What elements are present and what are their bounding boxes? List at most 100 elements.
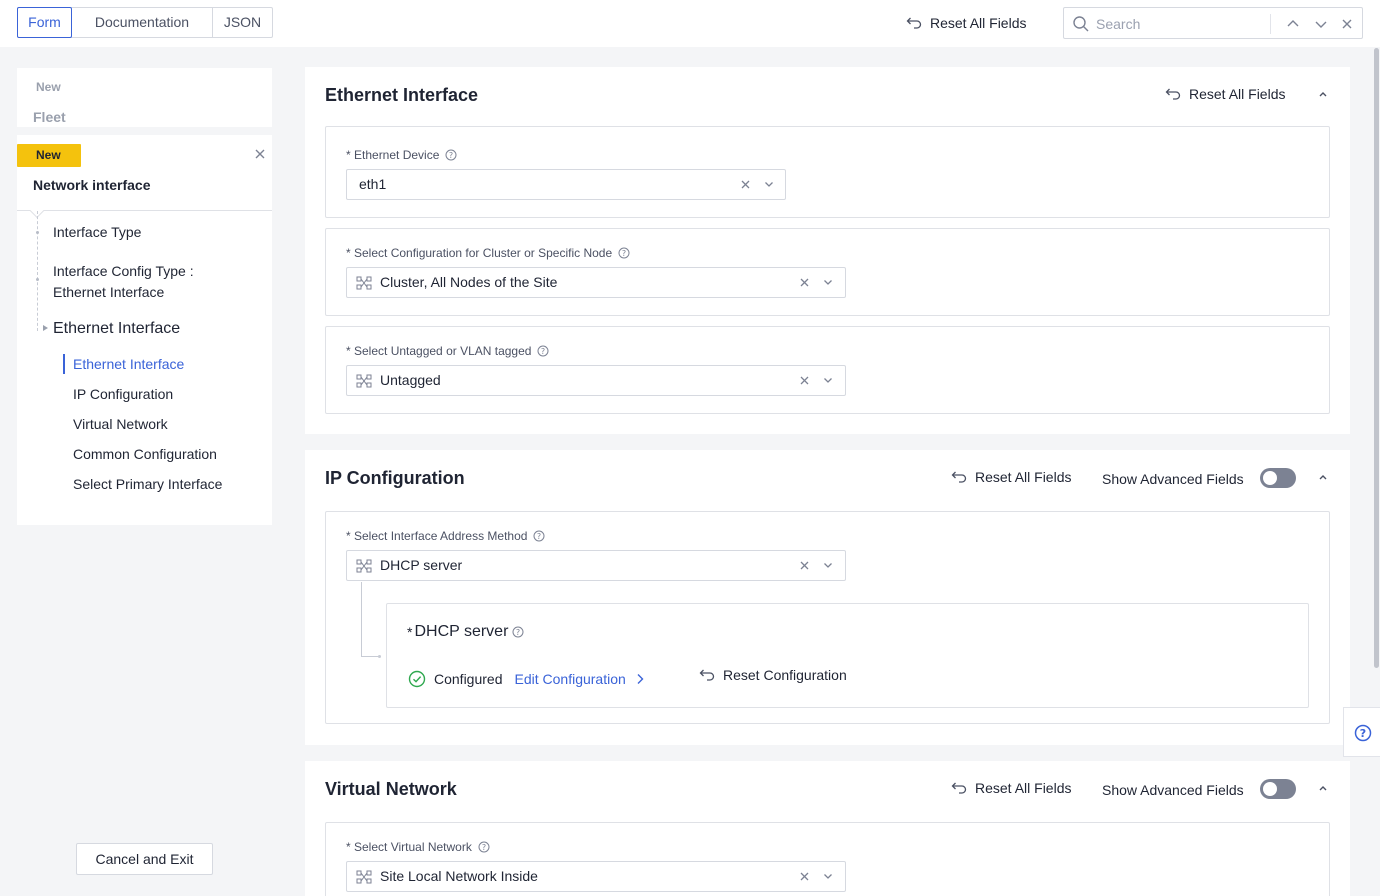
tree-item-interface-type[interactable]: Interface Type [53,222,141,243]
active-indicator [63,354,65,374]
clear-icon[interactable] [799,375,810,386]
fleet-title: Fleet [33,109,66,125]
field-label: * Ethernet Device ? [346,148,457,162]
ethernet-device-select[interactable]: eth1 [346,169,786,200]
chevron-down-icon[interactable] [764,181,774,188]
clear-icon[interactable] [799,277,810,288]
config-status-row: Configured Edit Configuration [408,669,644,689]
dhcp-server-card: * DHCP server ? Configured Edit Configur… [386,603,1309,708]
chevron-down-icon[interactable] [823,562,833,569]
tree-arrow-icon [43,325,48,331]
tree-item-interface-config-type[interactable]: Interface Config Type : [53,261,194,282]
interface-address-method-field: * Select Interface Address Method ? DHCP… [325,511,1330,724]
reset-all-fields-label: Reset All Fields [930,15,1027,31]
tree-dot [378,655,381,658]
svg-text:?: ? [516,628,520,637]
clear-icon[interactable] [799,871,810,882]
edit-configuration-label: Edit Configuration [514,671,626,687]
show-advanced-fields-toggle[interactable] [1260,468,1296,488]
sidebar-item-common-configuration[interactable]: Common Configuration [73,446,217,462]
reset-icon [1165,88,1181,100]
sidebar-item-ip-configuration[interactable]: IP Configuration [73,386,173,402]
field-label: * Select Virtual Network ? [346,840,490,854]
chevron-down-icon[interactable] [1313,16,1329,32]
edit-configuration-link[interactable]: Edit Configuration [515,671,644,687]
help-icon[interactable]: ? [445,149,457,161]
reset-all-fields-button[interactable]: Reset All Fields [949,469,1071,485]
reset-all-fields-label: Reset All Fields [975,780,1072,796]
choice-icon [356,374,372,388]
help-icon[interactable]: ? [533,530,545,542]
choice-icon [356,559,372,573]
virtual-network-select[interactable]: Site Local Network Inside [346,861,846,892]
tab-form[interactable]: Form [17,7,72,38]
help-icon[interactable]: ? [537,345,549,357]
chevron-up-icon[interactable] [1317,90,1329,98]
required-marker: * [407,624,413,640]
reset-all-fields-label: Reset All Fields [1189,86,1286,102]
search-icon [1073,16,1089,32]
help-icon[interactable]: ? [618,247,630,259]
clear-icon[interactable] [799,560,810,571]
fleet-status-label: New [36,80,61,94]
close-icon[interactable] [1339,16,1355,32]
search-input[interactable] [1096,14,1266,34]
select-value: DHCP server [380,557,463,573]
chevron-up-icon[interactable] [1285,16,1301,32]
interface-address-method-select[interactable]: DHCP server [346,550,846,581]
reset-all-fields-button[interactable]: Reset All Fields [1163,86,1285,102]
cluster-node-config-select[interactable]: Cluster, All Nodes of the Site [346,267,846,298]
help-icon[interactable]: ? [478,841,490,853]
svg-text:?: ? [537,532,541,541]
show-advanced-fields-toggle[interactable] [1260,779,1296,799]
field-label: * Select Untagged or VLAN tagged ? [346,344,549,358]
nav-divider [17,210,272,211]
help-icon[interactable]: ? [512,626,524,638]
chevron-down-icon[interactable] [823,279,833,286]
chevron-down-icon[interactable] [823,873,833,880]
virtual-network-field: * Select Virtual Network ? Site Local Ne… [325,822,1330,896]
tab-documentation[interactable]: Documentation [72,8,213,37]
untagged-vlan-select[interactable]: Untagged [346,365,846,396]
chevron-up-icon[interactable] [1317,473,1329,481]
reset-all-fields-button[interactable]: Reset All Fields [904,13,1026,33]
svg-text:?: ? [541,347,545,356]
reset-icon [951,471,967,483]
config-status: Configured [434,671,503,687]
show-advanced-fields-label: Show Advanced Fields [1102,471,1244,487]
sidebar-item-ethernet-interface[interactable]: Ethernet Interface [73,356,184,372]
reset-all-fields-button[interactable]: Reset All Fields [949,780,1071,796]
scrollbar[interactable] [1374,48,1379,668]
tree-item-config-type-value: Ethernet Interface [53,284,165,300]
panel-title: Ethernet Interface [325,85,479,105]
tab-json[interactable]: JSON [213,8,272,37]
nav-title: Network interface [33,177,151,193]
select-value: Site Local Network Inside [380,868,538,884]
sidebar-item-virtual-network[interactable]: Virtual Network [73,416,168,432]
field-label: * Select Configuration for Cluster or Sp… [346,246,630,260]
breadcrumb-fleet-card[interactable]: New Fleet [17,68,272,127]
select-value: Untagged [380,372,441,388]
svg-text:?: ? [449,151,453,160]
search-divider [1270,14,1271,34]
tree-dot [36,231,39,234]
chevron-up-icon[interactable] [1317,784,1329,792]
sidebar-item-select-primary-interface[interactable]: Select Primary Interface [73,476,222,492]
tree-item-ethernet-interface[interactable]: Ethernet Interface [53,318,180,339]
field-label-text: * Select Configuration for Cluster or Sp… [346,246,613,260]
reset-configuration-button[interactable]: Reset Configuration [697,667,847,683]
reset-configuration-label: Reset Configuration [723,667,847,683]
field-label-text: * Select Untagged or VLAN tagged [346,344,532,358]
help-button[interactable]: ? [1343,707,1380,757]
chevron-down-icon[interactable] [823,377,833,384]
tree-dot [36,278,39,281]
tree-connector [361,582,379,657]
close-icon[interactable] [254,148,266,160]
panel-title: Virtual Network [325,779,457,799]
clear-icon[interactable] [740,179,751,190]
top-bar: Form Documentation JSON Reset All Fields [0,0,1380,47]
panel-title: IP Configuration [325,468,465,488]
field-label-text: * Ethernet Device [346,148,440,162]
dhcp-server-title: * DHCP server ? [407,623,524,641]
cancel-and-exit-button[interactable]: Cancel and Exit [76,843,213,875]
